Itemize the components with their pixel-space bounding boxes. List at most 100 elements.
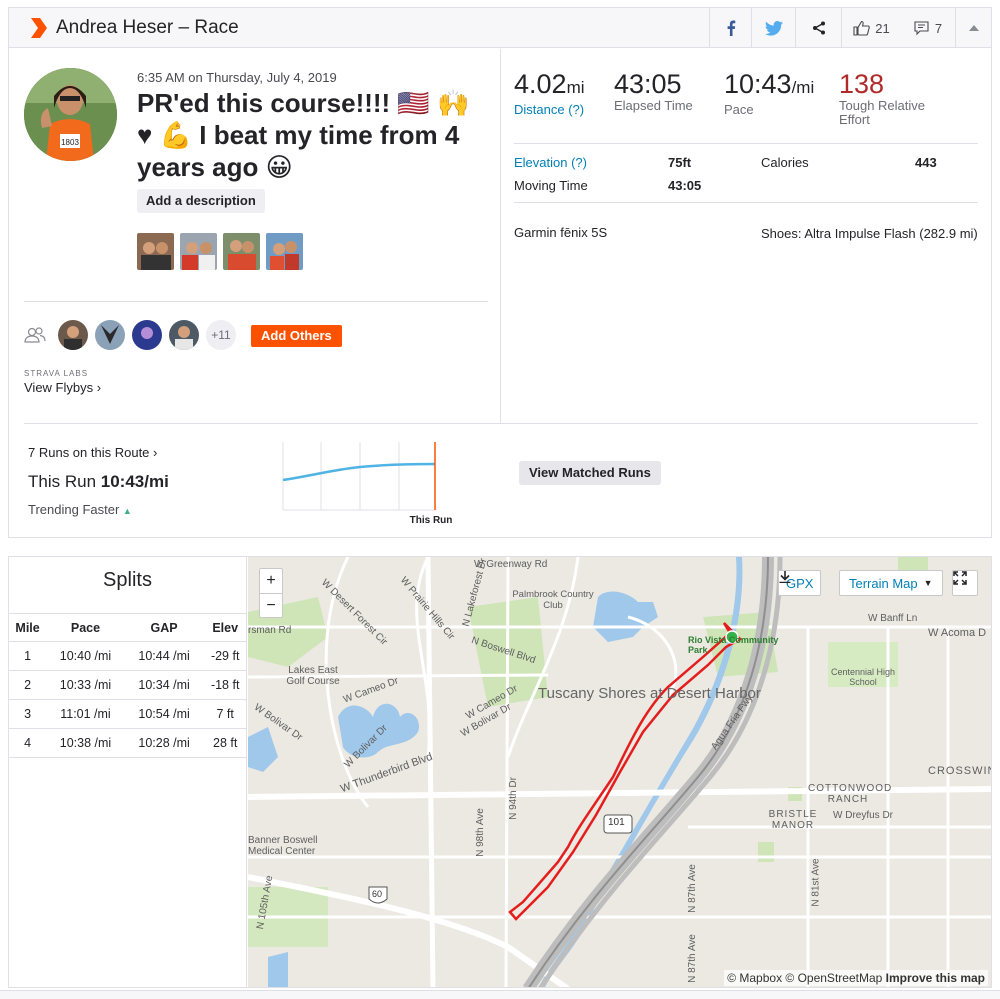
moving-time-label: Moving Time bbox=[514, 178, 588, 193]
distance-unit: mi bbox=[566, 78, 585, 97]
device-name: Garmin fēnix 5S bbox=[514, 225, 608, 240]
matched-runs-link[interactable]: 7 Runs on this Route › bbox=[28, 445, 157, 460]
matched-runs-chart: This Run bbox=[282, 442, 452, 526]
view-matched-runs-button[interactable]: View Matched Runs bbox=[519, 461, 661, 485]
activity-datetime: 6:35 AM on Thursday, July 4, 2019 bbox=[137, 70, 337, 85]
kudos-button[interactable]: 21 bbox=[841, 8, 901, 48]
athlete-photo: 1803 bbox=[24, 68, 117, 161]
elevation-label[interactable]: Elevation (?) bbox=[514, 155, 587, 170]
page-title: Andrea Heser – Race bbox=[56, 17, 239, 38]
elapsed-time-stat: 43:05 Elapsed Time bbox=[614, 69, 693, 113]
collapse-button[interactable] bbox=[955, 8, 992, 48]
map-label: COTTONWOOD RANCH bbox=[808, 783, 893, 805]
map-label: N 81st Ave bbox=[810, 858, 822, 907]
facebook-icon bbox=[727, 20, 735, 36]
comments-count: 7 bbox=[934, 20, 943, 36]
photo-thumbnail[interactable] bbox=[137, 233, 174, 270]
map-label: N 98th Ave bbox=[474, 808, 486, 857]
map-type-select[interactable]: Terrain Map ▼ bbox=[839, 570, 943, 596]
map-label: Centennial High School bbox=[830, 667, 896, 687]
elapsed-time-value: 43:05 bbox=[614, 69, 682, 99]
caret-up-icon bbox=[969, 25, 979, 31]
distance-value: 4.02 bbox=[514, 69, 567, 99]
trend-up-icon: ▲ bbox=[122, 506, 132, 516]
comments-button[interactable]: 7 bbox=[901, 8, 955, 48]
map-label: Banner Boswell Medical Center bbox=[248, 835, 318, 857]
athlete-avatar[interactable] bbox=[132, 320, 162, 350]
splits-table: Mile Pace GAP Elev 1 10:40 /mi 10:44 /mi -2… bbox=[9, 613, 247, 758]
improve-map-link[interactable]: Improve this map bbox=[886, 971, 985, 985]
comment-icon bbox=[914, 21, 929, 35]
thumbs-up-icon bbox=[853, 20, 871, 36]
zoom-out-button[interactable]: − bbox=[260, 593, 282, 617]
activity-card: Andrea Heser – Race 21 7 1803 6:35 AM on… bbox=[8, 7, 992, 538]
activity-type-icon bbox=[31, 18, 47, 38]
photo-thumbnail[interactable] bbox=[266, 233, 303, 270]
table-row[interactable]: 4 10:38 /mi 10:28 /mi 28 ft bbox=[9, 728, 247, 758]
svg-text:1803: 1803 bbox=[61, 138, 79, 147]
photo-thumbnail[interactable] bbox=[223, 233, 260, 270]
photo-thumbnails bbox=[137, 233, 303, 270]
pace-unit: /mi bbox=[791, 78, 815, 97]
divider bbox=[24, 423, 978, 424]
relative-effort-value: 138 bbox=[839, 69, 885, 99]
map-label: W Banff Ln bbox=[868, 613, 918, 624]
add-description-button[interactable]: Add a description bbox=[137, 189, 265, 213]
trend-indicator: Trending Faster ▲ bbox=[28, 502, 132, 517]
map-label: W Dreyfus Dr bbox=[833, 810, 893, 821]
map-attribution: © Mapbox © OpenStreetMap Improve this ma… bbox=[724, 970, 988, 986]
twitter-share-button[interactable] bbox=[751, 8, 795, 48]
calories-label: Calories bbox=[761, 155, 809, 170]
hwy-101-shield: 101 bbox=[608, 817, 625, 828]
resize-handle[interactable] bbox=[0, 990, 1000, 999]
distance-label[interactable]: Distance (?) bbox=[514, 103, 585, 117]
map-label: CROSSWIND bbox=[928, 765, 991, 777]
activity-stats: 4.02mi Distance (?) 43:05 Elapsed Time 1… bbox=[502, 49, 992, 423]
athlete-avatar[interactable] bbox=[169, 320, 199, 350]
distance-stat: 4.02mi Distance (?) bbox=[514, 69, 585, 117]
caret-down-icon: ▼ bbox=[923, 578, 933, 588]
pace-value: 10:43 bbox=[724, 69, 792, 99]
splits-panel: Splits Mile Pace GAP Elev 1 10:40 /mi 10:4… bbox=[9, 557, 247, 987]
view-flybys-link[interactable]: View Flybys › bbox=[24, 380, 101, 395]
map-label: Lakes East Golf Course bbox=[286, 665, 340, 687]
splits-title: Splits bbox=[103, 569, 152, 591]
twitter-icon bbox=[764, 20, 783, 36]
map-label: BRISTLE MANOR bbox=[768, 809, 818, 831]
zoom-in-button[interactable]: + bbox=[260, 569, 282, 593]
table-row[interactable]: 3 11:01 /mi 10:54 /mi 7 ft bbox=[9, 699, 247, 729]
pace-stat: 10:43/mi Pace bbox=[724, 69, 814, 117]
activity-summary: 1803 6:35 AM on Thursday, July 4, 2019 P… bbox=[9, 49, 501, 423]
strava-labs-label: STRAVA LABS bbox=[24, 369, 89, 378]
map-label: W Acoma D bbox=[928, 627, 987, 639]
this-run-pace: This Run 10:43/mi bbox=[28, 472, 169, 491]
map-label: Tuscany Shores at Desert Harbor bbox=[538, 685, 761, 702]
column-header: Elev bbox=[203, 613, 247, 642]
fullscreen-button[interactable] bbox=[952, 570, 978, 596]
photo-thumbnail[interactable] bbox=[180, 233, 217, 270]
activity-name[interactable]: PR'ed this course!!!! 🇺🇸 🙌 ♥ 💪 I beat my… bbox=[137, 87, 487, 183]
athlete-avatar[interactable] bbox=[58, 320, 88, 350]
column-header: Mile bbox=[9, 613, 47, 642]
elapsed-time-label: Elapsed Time bbox=[614, 98, 693, 113]
table-row[interactable]: 2 10:33 /mi 10:34 /mi -18 ft bbox=[9, 670, 247, 700]
export-gpx-button[interactable]: GPX bbox=[778, 570, 822, 596]
table-row[interactable]: 1 10:40 /mi 10:44 /mi -29 ft bbox=[9, 641, 247, 671]
athlete-avatar[interactable] bbox=[95, 320, 125, 350]
divider bbox=[514, 202, 978, 203]
more-athletes-count[interactable]: +11 bbox=[206, 320, 236, 350]
map-label: N 94th Dr bbox=[507, 777, 519, 820]
moving-time-value: 43:05 bbox=[668, 178, 702, 193]
route-map[interactable]: W Greenway Rd rsman Rd W Banff Ln W Acom… bbox=[248, 557, 991, 987]
shoes-info[interactable]: Shoes: Altra Impulse Flash (282.9 mi) bbox=[761, 225, 981, 243]
share-icon bbox=[812, 21, 825, 35]
table-header-row: Mile Pace GAP Elev bbox=[9, 613, 247, 642]
add-others-button[interactable]: Add Others bbox=[251, 325, 342, 347]
facebook-share-button[interactable] bbox=[709, 8, 751, 48]
share-button[interactable] bbox=[795, 8, 841, 48]
elevation-value: 75ft bbox=[668, 155, 692, 170]
zoom-controls: + − bbox=[259, 568, 283, 618]
column-header: GAP bbox=[124, 613, 204, 642]
map-label: Rio Vista Community Park bbox=[688, 635, 779, 655]
athlete-avatar[interactable]: 1803 bbox=[24, 68, 117, 161]
